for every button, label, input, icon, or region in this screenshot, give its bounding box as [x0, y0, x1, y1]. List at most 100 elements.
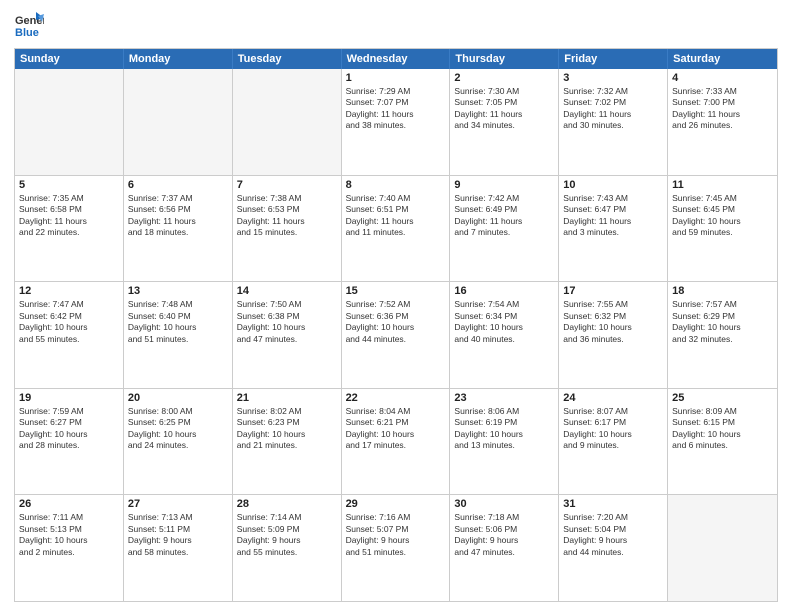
weekday-header: Sunday: [15, 49, 124, 69]
day-info: Sunrise: 7:59 AM Sunset: 6:27 PM Dayligh…: [19, 406, 119, 452]
calendar-cell: 11Sunrise: 7:45 AM Sunset: 6:45 PM Dayli…: [668, 176, 777, 282]
calendar-cell: 23Sunrise: 8:06 AM Sunset: 6:19 PM Dayli…: [450, 389, 559, 495]
day-info: Sunrise: 7:48 AM Sunset: 6:40 PM Dayligh…: [128, 299, 228, 345]
day-info: Sunrise: 7:37 AM Sunset: 6:56 PM Dayligh…: [128, 193, 228, 239]
day-number: 17: [563, 285, 663, 297]
day-info: Sunrise: 7:30 AM Sunset: 7:05 PM Dayligh…: [454, 86, 554, 132]
calendar-cell: 18Sunrise: 7:57 AM Sunset: 6:29 PM Dayli…: [668, 282, 777, 388]
day-info: Sunrise: 8:02 AM Sunset: 6:23 PM Dayligh…: [237, 406, 337, 452]
calendar-cell: 24 Sunrise: 8:07 AM Sunset: 6:17 PM Dayli…: [559, 389, 668, 495]
weekday-header: Friday: [559, 49, 668, 69]
calendar-body: 1 Sunrise: 7:29 AM Sunset: 7:07 PM Daylig…: [15, 69, 777, 601]
day-info: Sunrise: 8:09 AM Sunset: 6:15 PM Dayligh…: [672, 406, 773, 452]
day-info: Sunrise: 7:40 AM Sunset: 6:51 PM Dayligh…: [346, 193, 446, 239]
day-info: Sunrise: 7:43 AM Sunset: 6:47 PM Dayligh…: [563, 193, 663, 239]
day-info: Sunrise: 7:14 AM Sunset: 5:09 PM Dayligh…: [237, 512, 337, 558]
svg-text:Blue: Blue: [15, 27, 39, 39]
day-info: Sunrise: 7:16 AM Sunset: 5:07 PM Dayligh…: [346, 512, 446, 558]
calendar-cell: 12Sunrise: 7:47 AM Sunset: 6:42 PM Dayli…: [15, 282, 124, 388]
calendar-cell: [124, 69, 233, 175]
day-number: 12: [19, 285, 119, 297]
day-number: 1: [346, 72, 446, 84]
day-number: 4: [672, 72, 773, 84]
day-info: Sunrise: 7:50 AM Sunset: 6:38 PM Dayligh…: [237, 299, 337, 345]
calendar-cell: 6 Sunrise: 7:37 AM Sunset: 6:56 PM Daylig…: [124, 176, 233, 282]
day-number: 10: [563, 179, 663, 191]
day-number: 26: [19, 498, 119, 510]
day-number: 2: [454, 72, 554, 84]
calendar-header: SundayMondayTuesdayWednesdayThursdayFrid…: [15, 49, 777, 69]
day-number: 30: [454, 498, 554, 510]
calendar: SundayMondayTuesdayWednesdayThursdayFrid…: [14, 48, 778, 602]
calendar-cell: 15 Sunrise: 7:52 AM Sunset: 6:36 PM Dayli…: [342, 282, 451, 388]
day-info: Sunrise: 7:29 AM Sunset: 7:07 PM Dayligh…: [346, 86, 446, 132]
calendar-row: 1 Sunrise: 7:29 AM Sunset: 7:07 PM Daylig…: [15, 69, 777, 175]
day-number: 14: [237, 285, 337, 297]
calendar-row: 26 Sunrise: 7:11 AM Sunset: 5:13 PM Dayli…: [15, 494, 777, 601]
day-info: Sunrise: 8:07 AM Sunset: 6:17 PM Dayligh…: [563, 406, 663, 452]
calendar-cell: [668, 495, 777, 601]
calendar-cell: 7 Sunrise: 7:38 AM Sunset: 6:53 PM Daylig…: [233, 176, 342, 282]
calendar-cell: 16 Sunrise: 7:54 AM Sunset: 6:34 PM Dayli…: [450, 282, 559, 388]
calendar-cell: 19 Sunrise: 7:59 AM Sunset: 6:27 PM Dayli…: [15, 389, 124, 495]
calendar-cell: 25 Sunrise: 8:09 AM Sunset: 6:15 PM Dayli…: [668, 389, 777, 495]
day-number: 22: [346, 392, 446, 404]
day-number: 9: [454, 179, 554, 191]
calendar-row: 19 Sunrise: 7:59 AM Sunset: 6:27 PM Dayli…: [15, 388, 777, 495]
day-number: 19: [19, 392, 119, 404]
day-info: Sunrise: 7:11 AM Sunset: 5:13 PM Dayligh…: [19, 512, 119, 558]
calendar-cell: 4 Sunrise: 7:33 AM Sunset: 7:00 PM Daylig…: [668, 69, 777, 175]
day-info: Sunrise: 7:13 AM Sunset: 5:11 PM Dayligh…: [128, 512, 228, 558]
day-number: 13: [128, 285, 228, 297]
calendar-cell: 2 Sunrise: 7:30 AM Sunset: 7:05 PM Daylig…: [450, 69, 559, 175]
day-number: 6: [128, 179, 228, 191]
logo-icon: General Blue: [14, 10, 44, 40]
day-info: Sunrise: 7:54 AM Sunset: 6:34 PM Dayligh…: [454, 299, 554, 345]
day-number: 27: [128, 498, 228, 510]
calendar-cell: 20 Sunrise: 8:00 AM Sunset: 6:25 PM Dayli…: [124, 389, 233, 495]
calendar-cell: 29 Sunrise: 7:16 AM Sunset: 5:07 PM Dayli…: [342, 495, 451, 601]
day-number: 21: [237, 392, 337, 404]
day-info: Sunrise: 7:42 AM Sunset: 6:49 PM Dayligh…: [454, 193, 554, 239]
day-number: 29: [346, 498, 446, 510]
day-info: Sunrise: 7:52 AM Sunset: 6:36 PM Dayligh…: [346, 299, 446, 345]
weekday-header: Wednesday: [342, 49, 451, 69]
day-number: 3: [563, 72, 663, 84]
calendar-cell: 26 Sunrise: 7:11 AM Sunset: 5:13 PM Dayli…: [15, 495, 124, 601]
logo: General Blue: [14, 10, 44, 40]
day-info: Sunrise: 7:35 AM Sunset: 6:58 PM Dayligh…: [19, 193, 119, 239]
day-number: 15: [346, 285, 446, 297]
day-number: 24: [563, 392, 663, 404]
calendar-cell: 27 Sunrise: 7:13 AM Sunset: 5:11 PM Dayli…: [124, 495, 233, 601]
day-number: 5: [19, 179, 119, 191]
calendar-row: 12Sunrise: 7:47 AM Sunset: 6:42 PM Dayli…: [15, 281, 777, 388]
calendar-cell: 17 Sunrise: 7:55 AM Sunset: 6:32 PM Dayli…: [559, 282, 668, 388]
day-number: 7: [237, 179, 337, 191]
calendar-cell: 30 Sunrise: 7:18 AM Sunset: 5:06 PM Dayli…: [450, 495, 559, 601]
page: General Blue SundayMondayTuesdayWednesda…: [0, 0, 792, 612]
day-number: 31: [563, 498, 663, 510]
day-info: Sunrise: 7:38 AM Sunset: 6:53 PM Dayligh…: [237, 193, 337, 239]
calendar-cell: 5 Sunrise: 7:35 AM Sunset: 6:58 PM Daylig…: [15, 176, 124, 282]
day-number: 16: [454, 285, 554, 297]
day-number: 25: [672, 392, 773, 404]
day-number: 20: [128, 392, 228, 404]
day-number: 23: [454, 392, 554, 404]
calendar-cell: 22Sunrise: 8:04 AM Sunset: 6:21 PM Dayli…: [342, 389, 451, 495]
day-info: Sunrise: 8:00 AM Sunset: 6:25 PM Dayligh…: [128, 406, 228, 452]
calendar-cell: 28Sunrise: 7:14 AM Sunset: 5:09 PM Dayli…: [233, 495, 342, 601]
calendar-cell: 14 Sunrise: 7:50 AM Sunset: 6:38 PM Dayli…: [233, 282, 342, 388]
weekday-header: Thursday: [450, 49, 559, 69]
day-info: Sunrise: 7:33 AM Sunset: 7:00 PM Dayligh…: [672, 86, 773, 132]
weekday-header: Monday: [124, 49, 233, 69]
calendar-cell: 31 Sunrise: 7:20 AM Sunset: 5:04 PM Dayli…: [559, 495, 668, 601]
calendar-cell: 8Sunrise: 7:40 AM Sunset: 6:51 PM Daylig…: [342, 176, 451, 282]
header: General Blue: [14, 10, 778, 40]
weekday-header: Tuesday: [233, 49, 342, 69]
calendar-cell: 21 Sunrise: 8:02 AM Sunset: 6:23 PM Dayli…: [233, 389, 342, 495]
day-info: Sunrise: 7:20 AM Sunset: 5:04 PM Dayligh…: [563, 512, 663, 558]
day-info: Sunrise: 7:55 AM Sunset: 6:32 PM Dayligh…: [563, 299, 663, 345]
day-info: Sunrise: 7:18 AM Sunset: 5:06 PM Dayligh…: [454, 512, 554, 558]
day-number: 18: [672, 285, 773, 297]
calendar-cell: 9 Sunrise: 7:42 AM Sunset: 6:49 PM Daylig…: [450, 176, 559, 282]
